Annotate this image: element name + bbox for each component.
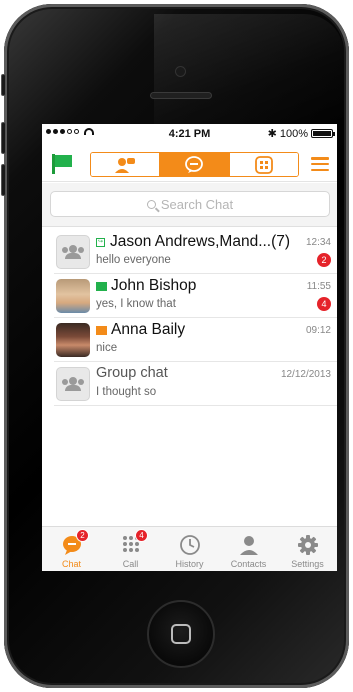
- bottom-tab-bar: 2 Chat 4 Call History Contacts Settings: [42, 526, 337, 571]
- volume-up-button: [1, 122, 6, 154]
- search-bar-container: Search Chat: [42, 183, 337, 227]
- group-avatar-icon: [56, 367, 90, 401]
- chat-last-message: yes, I know that: [96, 298, 176, 310]
- chat-title: ↪ Jason Andrews,Mand...(7): [96, 233, 291, 250]
- chat-row[interactable]: Anna Baily nice 09:12: [54, 318, 337, 362]
- chat-title: John Bishop: [96, 277, 196, 295]
- tab-label: History: [175, 559, 204, 569]
- tab-call[interactable]: 4 Call: [101, 527, 160, 571]
- chat-row[interactable]: John Bishop yes, I know that 11:55 4: [54, 274, 337, 318]
- chat-row[interactable]: ↪ Jason Andrews,Mand...(7) hello everyone…: [54, 230, 337, 274]
- unread-badge: 4: [317, 297, 331, 311]
- earpiece-speaker: [150, 92, 212, 99]
- hamburger-menu-icon[interactable]: [311, 157, 329, 171]
- gear-icon: [297, 534, 319, 556]
- tab-settings[interactable]: Settings: [278, 527, 337, 571]
- group-avatar-icon: [56, 235, 90, 269]
- view-segmented-control: [90, 152, 299, 177]
- chat-row[interactable]: Group chat I thought so 12/12/2013: [54, 362, 337, 406]
- volume-down-button: [1, 164, 6, 196]
- chat-title: Anna Baily: [96, 321, 185, 339]
- search-chat-input[interactable]: Search Chat: [50, 191, 330, 217]
- status-flag-icon[interactable]: [52, 154, 74, 174]
- clock-icon: [179, 534, 201, 556]
- segment-contacts-button[interactable]: [91, 153, 161, 176]
- chat-list: ↪ Jason Andrews,Mand...(7) hello everyone…: [54, 230, 337, 406]
- away-flag-icon: [96, 325, 107, 335]
- home-square-icon: [171, 624, 191, 644]
- top-toolbar: [42, 146, 337, 182]
- app-screen: 4:21 PM ✱ 100% Search Chat ↪ Jason Andre…: [42, 124, 337, 571]
- home-button[interactable]: [147, 600, 215, 668]
- segment-dialpad-button[interactable]: [229, 153, 298, 176]
- tab-label: Chat: [61, 559, 81, 569]
- chat-time: 12/12/2013: [280, 369, 331, 380]
- chat-last-message: I thought so: [96, 386, 157, 398]
- tab-label: Contacts: [230, 559, 267, 569]
- tab-chat[interactable]: 2 Chat: [42, 527, 101, 571]
- unread-badge: 2: [317, 253, 331, 267]
- bluetooth-icon: ✱: [267, 128, 277, 140]
- chat-time: 12:34: [305, 237, 331, 248]
- tab-label: Call: [122, 559, 139, 569]
- online-flag-icon: [96, 281, 107, 291]
- tab-badge: 2: [76, 529, 89, 542]
- silent-switch: [1, 74, 6, 96]
- contact-avatar: [56, 279, 90, 313]
- status-bar: 4:21 PM ✱ 100%: [42, 124, 337, 144]
- chat-last-message: nice: [96, 342, 118, 354]
- phone-frame: 4:21 PM ✱ 100% Search Chat ↪ Jason Andre…: [1, 4, 349, 688]
- chat-time: 11:55: [306, 281, 331, 292]
- tab-badge: 4: [135, 529, 148, 542]
- chat-last-message: hello everyone: [96, 254, 171, 266]
- segment-chat-button[interactable]: [160, 153, 230, 176]
- tab-label: Settings: [291, 559, 324, 569]
- dialpad-icon: [254, 155, 273, 174]
- search-placeholder: Search Chat: [160, 196, 234, 212]
- battery-percent: 100%: [279, 127, 308, 140]
- search-icon: [146, 199, 156, 209]
- transfer-icon: ↪: [96, 237, 105, 247]
- person-icon: [238, 534, 260, 556]
- tab-contacts[interactable]: Contacts: [219, 527, 278, 571]
- battery-icon: [311, 129, 335, 138]
- chat-title: Group chat: [96, 365, 168, 381]
- chat-bubble-icon: [185, 155, 204, 173]
- front-camera: [175, 66, 186, 77]
- person-chat-icon: [115, 157, 136, 173]
- contact-avatar: [56, 323, 90, 357]
- tab-history[interactable]: History: [160, 527, 219, 571]
- chat-time: 09:12: [305, 325, 331, 336]
